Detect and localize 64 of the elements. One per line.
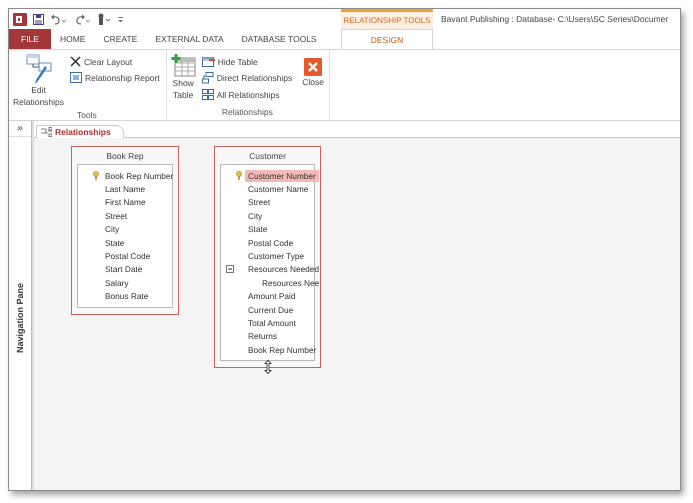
save-icon[interactable] [33, 14, 44, 24]
navigation-pane-label[interactable]: Navigation Pane [15, 283, 25, 354]
resize-cursor-icon [264, 360, 272, 374]
ribbon-command[interactable]: Edit Relationships [12, 52, 66, 110]
window-title: Bavant Publishing : Database- C:\Users\SC Series\Documer [440, 13, 668, 26]
field-name[interactable]: Street [102, 210, 130, 222]
contextual-tab-group-label: RELATIONSHIP TOOLS [341, 9, 433, 29]
field-name[interactable]: Customer Number [245, 170, 319, 182]
access-logo-icon[interactable] [13, 12, 27, 26]
all-relationships-icon [202, 89, 214, 100]
field-name[interactable]: Current Due [245, 304, 296, 316]
table-window[interactable]: Book Rep Book Rep Number Last Name First Name Street City State Postal Code Start Date Salary Bonus Rate [71, 146, 179, 315]
field-name[interactable]: Postal Code [102, 250, 154, 262]
collapse-icon[interactable] [226, 265, 234, 274]
field-name[interactable]: City [245, 210, 266, 222]
field-name[interactable]: Book Rep Number [245, 344, 320, 356]
table-title: Book Rep [105, 150, 145, 163]
field-name[interactable]: Customer Type [245, 250, 308, 262]
touch-mode-icon[interactable] [96, 13, 111, 25]
field-name[interactable]: Start Date [102, 263, 146, 276]
field-name[interactable]: Returns [245, 330, 280, 342]
relationships-icon [41, 127, 52, 137]
ribbon-command[interactable]: Direct Relationships [200, 71, 294, 85]
field-name[interactable]: Customer Name [245, 183, 312, 196]
ribbon-command[interactable]: Hide Table [200, 55, 294, 68]
close-icon [304, 58, 322, 76]
cross-icon [70, 56, 82, 67]
direct-relationships-icon [202, 72, 214, 84]
ribbon-command[interactable]: Show Table [170, 52, 197, 107]
field-name[interactable]: Last Name [102, 183, 148, 196]
field-name[interactable]: State [245, 223, 270, 236]
field-name[interactable]: Resources Needed [245, 263, 322, 276]
close-button[interactable]: Close [301, 52, 326, 107]
field-name[interactable]: Book Rep Number [102, 170, 176, 182]
field-name[interactable]: Street [245, 196, 274, 208]
customize-dropdown-icon[interactable] [117, 14, 124, 24]
field-name[interactable]: Bonus Rate [102, 290, 152, 302]
table-title: Customer [248, 150, 287, 163]
group-label: Tools [76, 110, 98, 120]
pane-toggle-button[interactable]: » [9, 121, 31, 137]
field-name[interactable]: First Name [102, 196, 149, 208]
ribbon-command[interactable]: Relationship Report [68, 71, 162, 84]
field-name[interactable]: State [102, 236, 128, 249]
ribbon-tab[interactable]: CREATE [94, 29, 146, 49]
ribbon-tab[interactable]: DATABASE TOOLS [232, 29, 326, 49]
field-name[interactable]: Resources Nee [259, 276, 322, 289]
field-name[interactable]: Amount Paid [245, 290, 299, 302]
report-icon [70, 72, 82, 83]
table-minus-icon [202, 56, 215, 67]
group-label: Relationships [220, 107, 274, 119]
field-name[interactable]: Total Amount [245, 316, 299, 329]
ribbon-command[interactable]: All Relationships [200, 88, 294, 101]
edit-relationships-icon [26, 54, 52, 84]
undo-icon[interactable] [50, 14, 67, 24]
table-plus-icon [170, 54, 196, 77]
field-name[interactable]: Postal Code [245, 236, 296, 249]
field-name[interactable]: City [102, 223, 122, 236]
ribbon-tab[interactable]: EXTERNAL DATA [146, 29, 233, 49]
file-tab[interactable]: FILE [9, 29, 51, 49]
ribbon-tab[interactable]: DESIGN [341, 29, 433, 49]
ribbon-tab[interactable]: HOME [50, 29, 94, 49]
ribbon-command[interactable]: Clear Layout [68, 55, 162, 68]
document-tab[interactable]: Relationships [36, 125, 124, 138]
field-name[interactable]: Salary [102, 276, 132, 289]
